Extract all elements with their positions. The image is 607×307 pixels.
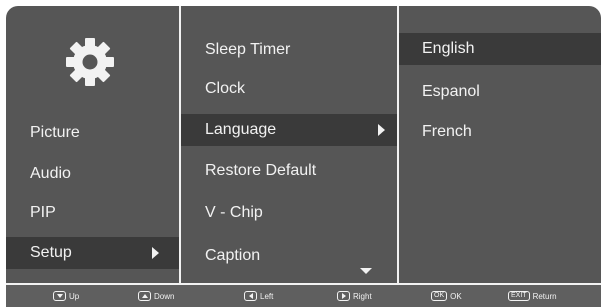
language-option-espanol[interactable]: Espanol bbox=[399, 76, 601, 108]
main-menu-column: Picture Audio PIP Setup bbox=[6, 6, 179, 283]
hint-label: Down bbox=[154, 291, 175, 301]
setup-item-label: Restore Default bbox=[205, 162, 317, 179]
hint-return: EXIT Return bbox=[508, 289, 557, 303]
language-menu-column: English Espanol French bbox=[399, 6, 601, 283]
language-option-label: French bbox=[422, 123, 472, 140]
hint-up: Up bbox=[53, 289, 79, 303]
submenu-arrow-icon bbox=[152, 247, 159, 259]
setup-item-label: Caption bbox=[205, 247, 261, 264]
setup-item-restore-default[interactable]: Restore Default bbox=[181, 155, 397, 187]
exit-key-icon: EXIT bbox=[508, 291, 530, 301]
main-menu-item-pip[interactable]: PIP bbox=[6, 197, 179, 229]
left-arrow-key-icon bbox=[244, 291, 257, 301]
up-arrow-key-icon bbox=[138, 291, 151, 301]
setup-item-clock[interactable]: Clock bbox=[181, 73, 397, 105]
scroll-down-icon[interactable] bbox=[360, 268, 372, 274]
setup-item-label: Clock bbox=[205, 80, 246, 97]
language-option-label: English bbox=[422, 40, 475, 57]
setup-item-language[interactable]: Language bbox=[181, 114, 397, 146]
key-hint-bar: Up Down Left Right OK OK EXIT Return bbox=[6, 283, 601, 307]
setup-item-v-chip[interactable]: V - Chip bbox=[181, 197, 397, 229]
hint-label: Left bbox=[260, 291, 274, 301]
language-option-english[interactable]: English bbox=[399, 33, 601, 65]
osd-menu: Picture Audio PIP Setup Sleep Timer Cloc… bbox=[6, 6, 601, 283]
hint-left: Left bbox=[244, 289, 273, 303]
hint-right: Right bbox=[337, 289, 372, 303]
setup-item-label: V - Chip bbox=[205, 204, 263, 221]
ok-key-icon: OK bbox=[431, 291, 448, 301]
setup-item-label: Language bbox=[205, 121, 277, 138]
language-option-french[interactable]: French bbox=[399, 116, 601, 148]
setup-item-label: Sleep Timer bbox=[205, 41, 291, 58]
language-option-label: Espanol bbox=[422, 83, 480, 100]
main-menu-item-setup[interactable]: Setup bbox=[6, 237, 179, 269]
submenu-arrow-icon bbox=[378, 124, 385, 136]
hint-label: Up bbox=[69, 291, 80, 301]
hint-down: Down bbox=[138, 289, 174, 303]
main-menu-item-picture[interactable]: Picture bbox=[6, 117, 179, 149]
gear-icon bbox=[66, 38, 114, 86]
main-menu-item-label: Audio bbox=[30, 165, 71, 182]
hint-label: Right bbox=[353, 291, 372, 301]
hint-label: Return bbox=[532, 291, 557, 301]
main-menu-item-audio[interactable]: Audio bbox=[6, 158, 179, 190]
down-arrow-key-icon bbox=[53, 291, 66, 301]
main-menu-item-label: Setup bbox=[30, 244, 72, 261]
setup-item-sleep-timer[interactable]: Sleep Timer bbox=[181, 34, 397, 66]
right-arrow-key-icon bbox=[337, 291, 350, 301]
hint-ok: OK OK bbox=[431, 289, 462, 303]
setup-menu-column: Sleep Timer Clock Language Restore Defau… bbox=[181, 6, 397, 283]
main-menu-item-label: PIP bbox=[30, 204, 56, 221]
hint-label: OK bbox=[450, 291, 462, 301]
main-menu-item-label: Picture bbox=[30, 124, 80, 141]
